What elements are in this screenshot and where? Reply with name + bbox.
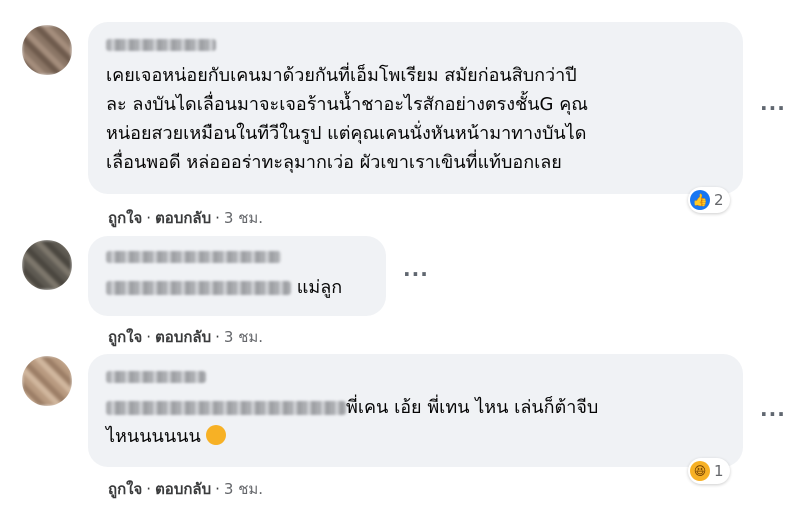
comment-actions: ถูกใจ · ตอบกลับ · 3 ชม. [108,477,263,501]
avatar[interactable] [22,25,72,75]
avatar[interactable] [22,240,72,290]
separator: · [146,328,152,346]
reply-link[interactable]: ตอบกลับ [155,209,211,227]
like-link[interactable]: ถูกใจ [108,328,142,346]
separator: · [215,209,220,227]
more-options-button[interactable]: ··· [760,402,786,426]
separator: · [215,480,220,498]
timestamp[interactable]: 3 ชม. [224,480,263,498]
thumbs-up-icon: 👍 [690,190,710,210]
tagged-user-blurred[interactable] [106,281,291,295]
separator: · [215,328,220,346]
commenter-name-blurred[interactable] [106,36,725,55]
like-link[interactable]: ถูกใจ [108,480,142,498]
reply-link[interactable]: ตอบกลับ [155,328,211,346]
timestamp[interactable]: 3 ชม. [224,328,263,346]
timestamp[interactable]: 3 ชม. [224,209,263,227]
comment-actions: ถูกใจ · ตอบกลับ · 3 ชม. [108,325,263,349]
avatar[interactable] [22,356,72,406]
reaction-summary[interactable]: 😆 1 [688,458,730,484]
commenter-name-blurred[interactable] [106,248,368,267]
commenter-name-blurred[interactable] [106,368,725,387]
more-options-button[interactable]: ··· [403,262,429,286]
comment-bubble: พี่เคน เอ้ย พี่เทน ไหน เล่นก็ต้าจีบ ไหนน… [88,354,743,467]
tagged-user-blurred[interactable] [106,401,346,415]
comment-text: แม่ลูก [106,273,368,302]
laughing-face-icon: 😆 [690,461,710,481]
laughing-face-icon [206,425,227,445]
comment-text: เคยเจอหน่อยกับเคนมาด้วยกันที่เอ็มโพเรียม… [106,65,588,173]
like-link[interactable]: ถูกใจ [108,209,142,227]
reaction-summary[interactable]: 👍 2 [688,187,730,213]
comment-bubble: แม่ลูก [88,236,386,316]
more-options-button[interactable]: ··· [760,96,786,120]
separator: · [146,480,152,498]
comment-actions: ถูกใจ · ตอบกลับ · 3 ชม. [108,206,263,230]
reaction-count: 1 [714,462,724,480]
comment-bubble: เคยเจอหน่อยกับเคนมาด้วยกันที่เอ็มโพเรียม… [88,22,743,194]
reaction-count: 2 [714,191,724,209]
separator: · [146,209,152,227]
comment-text: พี่เคน เอ้ย พี่เทน ไหน เล่นก็ต้าจีบ ไหนน… [106,397,599,447]
reply-link[interactable]: ตอบกลับ [155,480,211,498]
